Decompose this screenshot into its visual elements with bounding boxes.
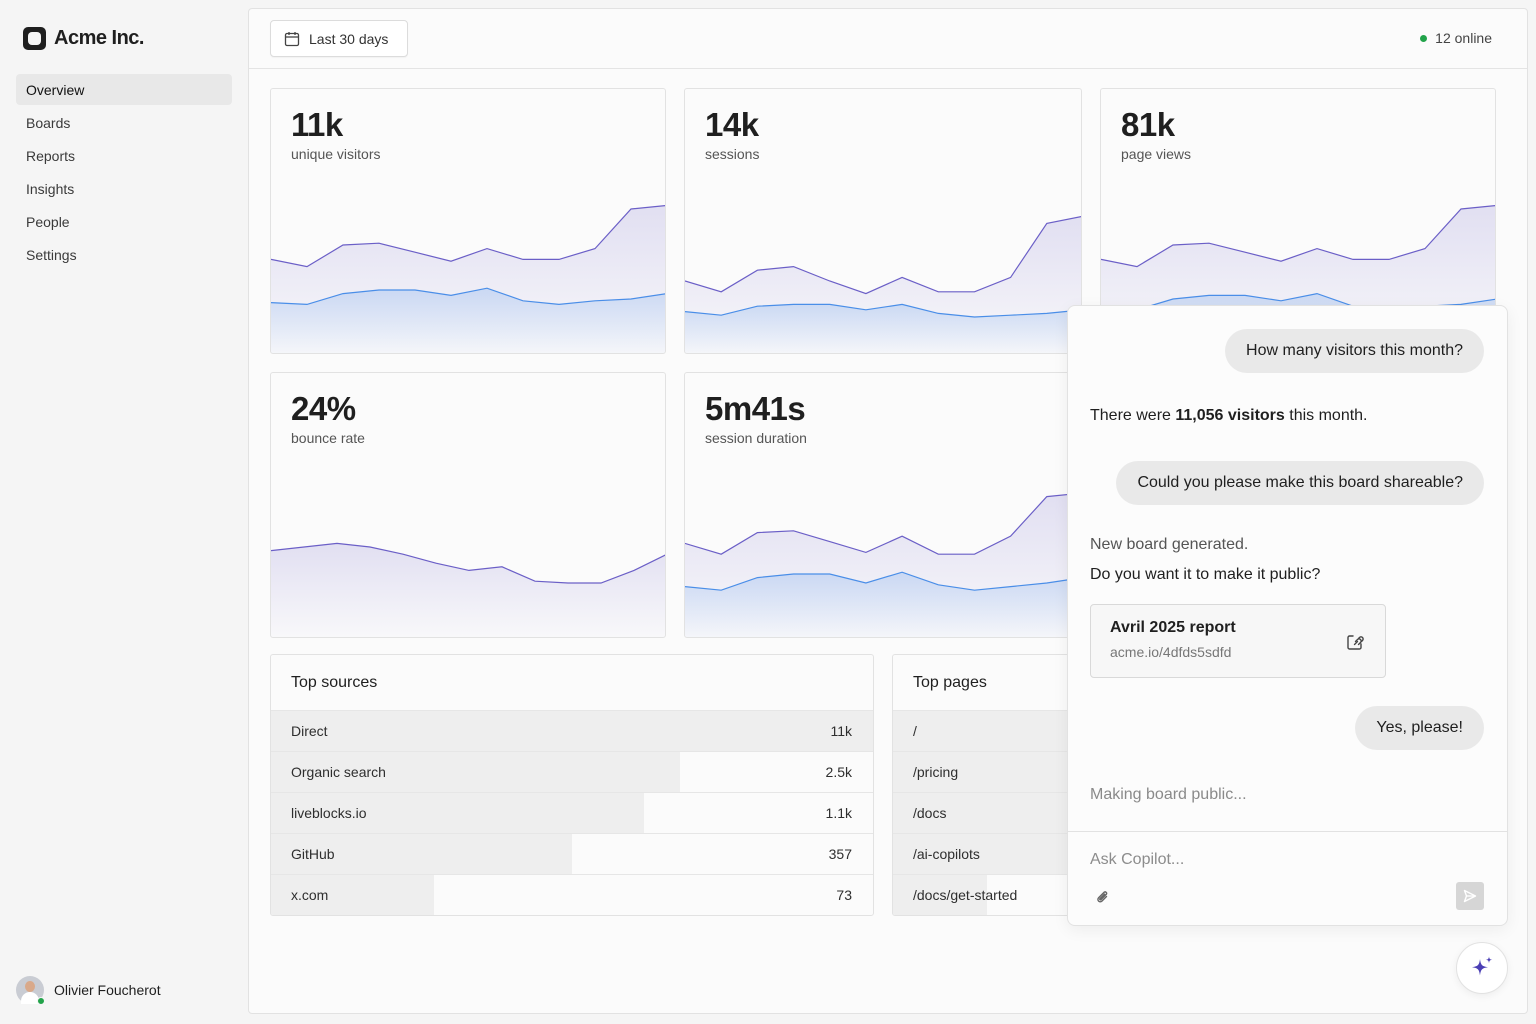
table-row[interactable]: GitHub 357 bbox=[271, 834, 873, 875]
copilot-input[interactable]: Ask Copilot... bbox=[1090, 851, 1184, 869]
metric-label: sessions bbox=[705, 146, 760, 162]
date-range-label: Last 30 days bbox=[309, 30, 389, 47]
send-icon bbox=[1463, 889, 1477, 903]
user-profile[interactable]: Olivier Foucherot bbox=[16, 976, 161, 1005]
page-path: /ai-copilots bbox=[913, 846, 980, 862]
user-message-bubble: Yes, please! bbox=[1355, 706, 1484, 750]
metric-card-bounce-rate[interactable]: 24% bounce rate bbox=[270, 372, 666, 638]
sessions-chart bbox=[685, 215, 1081, 353]
assistant-status-message: Making board public... bbox=[1090, 786, 1247, 803]
board-url: acme.io/4dfds5sdfd bbox=[1110, 644, 1232, 660]
online-dot-icon bbox=[1420, 34, 1428, 42]
source-value: 357 bbox=[828, 846, 852, 862]
table-row[interactable]: / bbox=[893, 711, 1081, 752]
metric-label: page views bbox=[1121, 146, 1192, 162]
brand[interactable]: Acme Inc. bbox=[23, 27, 144, 50]
online-indicator: 12 online bbox=[1420, 30, 1492, 46]
source-value: 2.5k bbox=[825, 764, 852, 780]
metric-card-sessions[interactable]: 14k sessions bbox=[684, 88, 1082, 354]
share-link-icon[interactable] bbox=[1345, 632, 1365, 652]
top-pages-card: Top pages / /pricing /docs /ai-copilots … bbox=[892, 654, 1082, 916]
source-name: GitHub bbox=[291, 846, 335, 862]
sidebar-item-boards[interactable]: Boards bbox=[16, 107, 232, 138]
assistant-message: New board generated. bbox=[1090, 536, 1249, 553]
table-row[interactable]: x.com 73 bbox=[271, 875, 873, 915]
send-button[interactable] bbox=[1456, 882, 1484, 910]
date-range-button[interactable]: Last 30 days bbox=[270, 20, 408, 57]
board-link-card[interactable]: Avril 2025 report acme.io/4dfds5sdfd bbox=[1090, 604, 1386, 678]
online-status-dot bbox=[37, 997, 45, 1005]
source-name: Direct bbox=[291, 723, 328, 739]
paperclip-icon[interactable] bbox=[1095, 888, 1111, 906]
user-message-bubble: How many visitors this month? bbox=[1225, 329, 1484, 373]
metric-value: 81k bbox=[1121, 106, 1175, 143]
sidebar-item-insights[interactable]: Insights bbox=[16, 173, 232, 204]
avatar bbox=[16, 976, 45, 1005]
assistant-message: There were 11,056 visitors this month. bbox=[1090, 407, 1368, 424]
source-value: 11k bbox=[830, 723, 852, 739]
source-name: liveblocks.io bbox=[291, 805, 367, 821]
row-bar bbox=[271, 711, 873, 751]
metric-value: 24% bbox=[291, 390, 356, 427]
top-pages-title: Top pages bbox=[893, 655, 1081, 711]
metric-value: 5m41s bbox=[705, 390, 806, 427]
source-name: Organic search bbox=[291, 764, 386, 780]
unique-visitors-chart bbox=[271, 204, 665, 353]
table-row[interactable]: Organic search 2.5k bbox=[271, 752, 873, 793]
topbar: Last 30 days 12 online bbox=[249, 9, 1527, 69]
table-row[interactable]: /docs/get-started bbox=[893, 875, 1081, 915]
source-name: x.com bbox=[291, 887, 329, 903]
metric-label: session duration bbox=[705, 430, 807, 446]
user-name: Olivier Foucherot bbox=[54, 982, 161, 998]
page-path: /docs bbox=[913, 805, 947, 821]
page-path: /pricing bbox=[913, 764, 959, 780]
table-row[interactable]: /docs bbox=[893, 793, 1081, 834]
series-area bbox=[271, 543, 665, 637]
bounce-rate-chart bbox=[271, 542, 665, 637]
user-message-bubble: Could you please make this board shareab… bbox=[1116, 461, 1484, 505]
sidebar-item-overview[interactable]: Overview bbox=[16, 74, 232, 105]
top-sources-title: Top sources bbox=[271, 655, 873, 711]
metric-card-unique-visitors[interactable]: 11k unique visitors bbox=[270, 88, 666, 354]
metric-value: 14k bbox=[705, 106, 759, 143]
row-bar bbox=[893, 711, 1081, 751]
metric-card-session-duration[interactable]: 5m41s session duration bbox=[684, 372, 1082, 638]
copilot-composer: Ask Copilot... bbox=[1068, 831, 1507, 925]
top-sources-card: Top sources Direct 11k Organic search 2.5k… bbox=[270, 654, 874, 916]
copilot-panel: How many visitors this month? There were… bbox=[1067, 305, 1508, 926]
table-row[interactable]: liveblocks.io 1.1k bbox=[271, 793, 873, 834]
sidebar-item-settings[interactable]: Settings bbox=[16, 239, 232, 270]
assistant-message: Do you want it to make it public? bbox=[1090, 566, 1321, 583]
session-duration-chart bbox=[685, 492, 1081, 637]
source-value: 73 bbox=[836, 887, 852, 903]
online-count: 12 online bbox=[1435, 30, 1492, 46]
page-path: / bbox=[913, 723, 917, 739]
brand-name: Acme Inc. bbox=[54, 27, 144, 49]
sidebar: Acme Inc. Overview Boards Reports Insigh… bbox=[0, 0, 248, 1024]
copilot-toggle-button[interactable] bbox=[1456, 942, 1508, 994]
sparkle-icon bbox=[1472, 956, 1493, 976]
table-row[interactable]: /ai-copilots bbox=[893, 834, 1081, 875]
sidebar-nav: Overview Boards Reports Insights People … bbox=[16, 74, 232, 272]
table-row[interactable]: /pricing bbox=[893, 752, 1081, 793]
sidebar-item-reports[interactable]: Reports bbox=[16, 140, 232, 171]
sidebar-item-people[interactable]: People bbox=[16, 206, 232, 237]
acme-logo-icon bbox=[23, 27, 46, 50]
page-path: /docs/get-started bbox=[913, 887, 1018, 903]
metric-value: 11k bbox=[291, 106, 343, 143]
metric-label: bounce rate bbox=[291, 430, 365, 446]
board-title: Avril 2025 report bbox=[1110, 619, 1236, 636]
calendar-icon bbox=[284, 31, 300, 46]
source-value: 1.1k bbox=[825, 805, 852, 821]
table-row[interactable]: Direct 11k bbox=[271, 711, 873, 752]
metric-label: unique visitors bbox=[291, 146, 381, 162]
